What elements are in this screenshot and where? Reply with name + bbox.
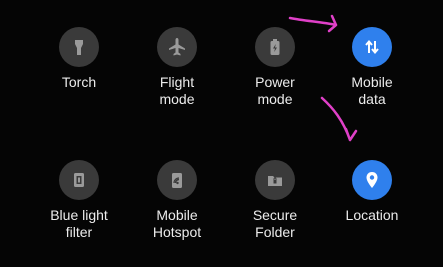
mobile-data-arrows-icon xyxy=(352,27,392,67)
tile-blue-light-filter[interactable]: Blue light filter xyxy=(34,160,124,241)
tile-mobile-data[interactable]: Mobile data xyxy=(327,27,417,108)
quick-settings-panel: Torch Flight mode Power mode Mobile data xyxy=(0,0,443,267)
tile-torch[interactable]: Torch xyxy=(34,27,124,91)
tile-mobile-hotspot[interactable]: Mobile Hotspot xyxy=(132,160,222,241)
tile-power-mode-label: Power mode xyxy=(255,74,295,107)
tile-blue-light-filter-label: Blue light filter xyxy=(50,207,108,240)
tile-flight-mode[interactable]: Flight mode xyxy=(132,27,222,108)
tile-power-mode[interactable]: Power mode xyxy=(230,27,320,108)
tile-location[interactable]: Location xyxy=(327,160,417,224)
location-pin-icon xyxy=(352,160,392,200)
airplane-icon xyxy=(157,27,197,67)
tile-secure-folder-label: Secure Folder xyxy=(252,207,298,240)
secure-folder-icon xyxy=(255,160,295,200)
blue-light-filter-icon xyxy=(59,160,99,200)
hotspot-icon xyxy=(157,160,197,200)
tile-mobile-data-label: Mobile data xyxy=(351,74,393,107)
tile-torch-label: Torch xyxy=(61,74,97,90)
tile-secure-folder[interactable]: Secure Folder xyxy=(230,160,320,241)
torch-icon xyxy=(59,27,99,67)
tile-mobile-hotspot-label: Mobile Hotspot xyxy=(152,207,202,240)
tile-location-label: Location xyxy=(345,207,399,223)
battery-icon xyxy=(255,27,295,67)
tile-flight-mode-label: Flight mode xyxy=(159,74,195,107)
